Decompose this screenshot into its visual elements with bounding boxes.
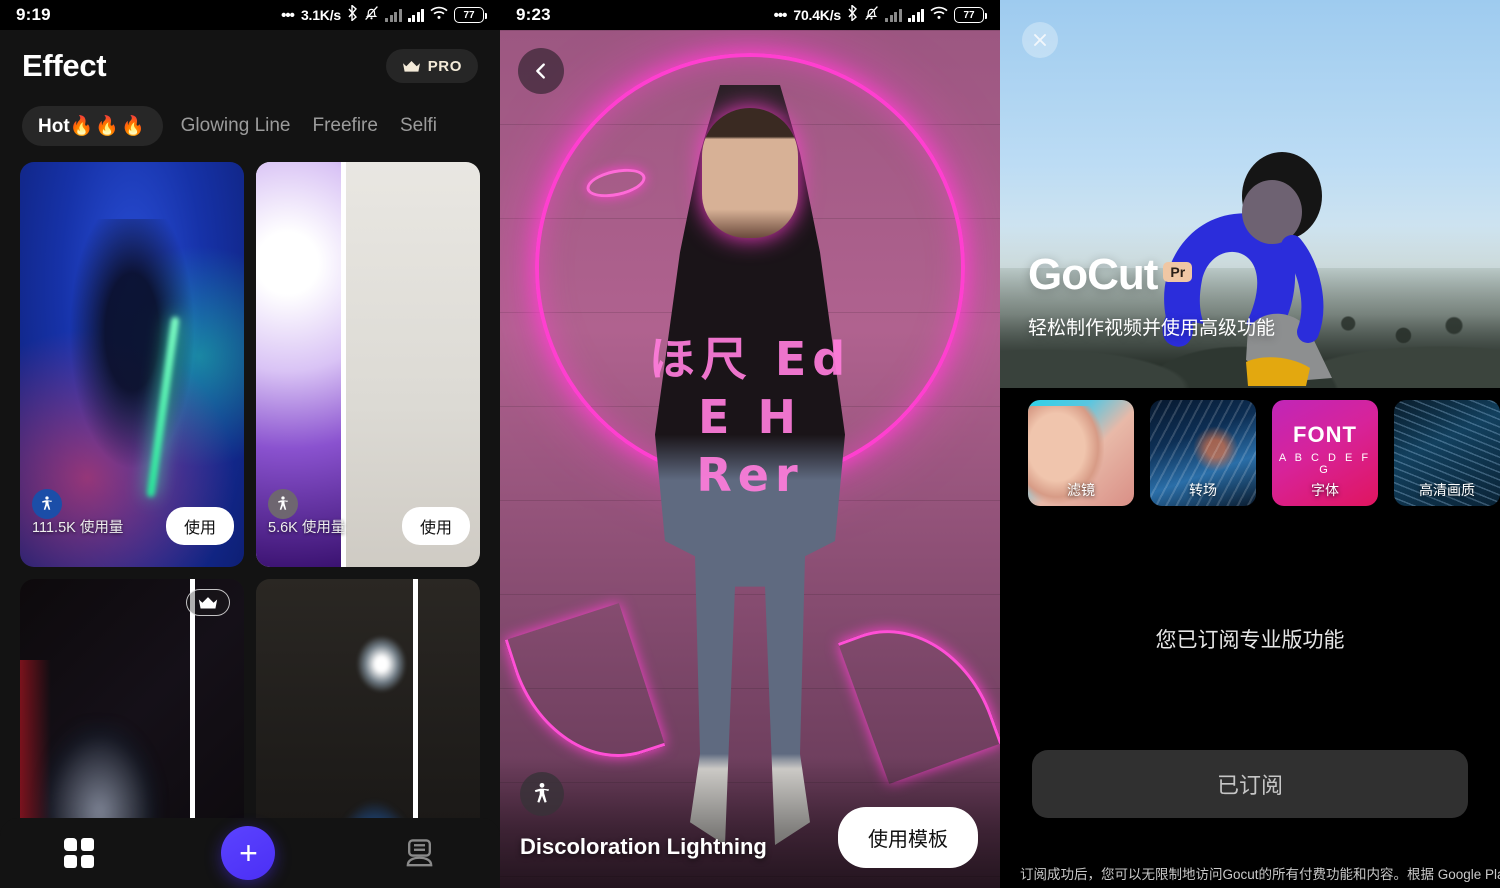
- bottom-navigation: +: [0, 818, 500, 888]
- crown-icon: [402, 60, 421, 73]
- graffiti-overlay: ほ尺 Ed E H Rer: [648, 332, 852, 502]
- effect-card-grid: 111.5K 使用量 使用 5.6K 使用量 使用: [0, 162, 500, 888]
- preview-stage: ほ尺 Ed E H Rer Discoloration Lightning 使用…: [500, 30, 1000, 888]
- promo-hero: GoCut Pr 轻松制作视频并使用高级功能: [1000, 0, 1500, 388]
- feature-thumb-filter[interactable]: 滤镜: [1028, 400, 1134, 506]
- screenshot-root: 9:19 ••• 3.1K/s 77 Effect PRO Hot🔥🔥🔥 Glo…: [0, 0, 1500, 888]
- tab-glowing-line[interactable]: Glowing Line: [177, 107, 295, 145]
- feature-thumbnail-row[interactable]: 滤镜 转场 FONT A B C D E F G 字体 高清画质 访问所: [1000, 388, 1500, 518]
- effect-header: Effect PRO: [0, 30, 500, 84]
- signal-bars-icon: [407, 8, 424, 22]
- subscription-screen: GoCut Pr 轻松制作视频并使用高级功能 滤镜 转场 FONT A B C …: [1000, 0, 1500, 888]
- close-icon[interactable]: [1022, 22, 1058, 58]
- feature-thumb-transition[interactable]: 转场: [1150, 400, 1256, 506]
- pro-crown-badge: [186, 589, 230, 616]
- bluetooth-icon: [847, 3, 858, 26]
- card-usage-count: 5.6K 使用量: [268, 519, 346, 536]
- fine-print: 订阅成功后，您可以无限制地访问Gocut的所有付费功能和内容。根据 Google…: [1020, 867, 1500, 882]
- battery-icon: 77: [454, 7, 487, 23]
- feature-label: 字体: [1311, 482, 1339, 498]
- pro-button[interactable]: PRO: [385, 49, 478, 83]
- brand-subtitle: 轻松制作视频并使用高级功能: [1028, 318, 1276, 339]
- chevron-left-icon[interactable]: [518, 48, 564, 94]
- status-dots: •••: [281, 6, 295, 24]
- feature-label: 转场: [1189, 482, 1217, 498]
- battery-icon: 77: [954, 7, 987, 23]
- subscribe-button[interactable]: 已订阅: [1032, 750, 1468, 818]
- wifi-icon: [430, 6, 448, 25]
- feature-label: 高清画质: [1419, 482, 1475, 498]
- brand-lockup: GoCut Pr: [1028, 250, 1193, 300]
- inbox-person-icon[interactable]: [403, 837, 436, 870]
- bell-muted-icon: [364, 5, 379, 26]
- category-tabs[interactable]: Hot🔥🔥🔥 Glowing Line Freefire Selfi: [0, 84, 500, 146]
- signal-no-sim-icon: [885, 8, 902, 22]
- crown-icon: [198, 596, 218, 608]
- feature-thumb-hd[interactable]: 高清画质: [1394, 400, 1500, 506]
- pro-badge: Pr: [1163, 262, 1193, 282]
- plus-icon[interactable]: +: [221, 826, 276, 880]
- card-usage-count: 111.5K 使用量: [32, 519, 124, 536]
- status-bar-preview: 9:23 ••• 70.4K/s 77: [500, 0, 1000, 30]
- bell-muted-icon: [864, 5, 879, 26]
- status-dots: •••: [773, 6, 788, 24]
- tab-freefire[interactable]: Freefire: [308, 107, 381, 145]
- status-bar-effect: 9:19 ••• 3.1K/s 77: [0, 0, 500, 30]
- bluetooth-icon: [347, 3, 358, 26]
- feature-label: 滤镜: [1067, 482, 1095, 498]
- status-time: 9:23: [516, 5, 551, 24]
- wifi-icon: [930, 6, 948, 25]
- font-art-title: FONT: [1293, 422, 1357, 447]
- accessibility-icon: [520, 772, 564, 816]
- use-button[interactable]: 使用: [401, 507, 470, 545]
- brand-name: GoCut: [1028, 250, 1158, 299]
- grid-icon[interactable]: [63, 838, 94, 868]
- signal-no-sim-icon: [385, 8, 402, 22]
- use-button[interactable]: 使用: [165, 507, 234, 545]
- status-time: 9:19: [16, 5, 51, 24]
- feature-thumb-font[interactable]: FONT A B C D E F G 字体: [1272, 400, 1378, 506]
- pro-label: PRO: [427, 57, 462, 75]
- template-title: Discoloration Lightning: [520, 834, 767, 859]
- use-template-button[interactable]: 使用模板: [838, 807, 978, 868]
- status-net-speed: 3.1K/s: [300, 7, 341, 23]
- tab-hot-label: Hot: [38, 116, 70, 137]
- tab-hot[interactable]: Hot🔥🔥🔥: [22, 106, 163, 146]
- preview-bottom-bar: Discoloration Lightning 使用模板: [500, 758, 1000, 888]
- tab-selfi[interactable]: Selfi: [396, 107, 441, 145]
- template-preview-screen: 9:23 ••• 70.4K/s 77 ほ尺 Ed E H Rer Discol…: [500, 0, 1000, 888]
- page-title: Effect: [22, 48, 107, 83]
- tab-hot-flames: 🔥🔥🔥: [69, 116, 147, 137]
- effect-card[interactable]: 5.6K 使用量 使用: [256, 162, 480, 567]
- battery-level: 77: [963, 9, 975, 21]
- status-net-speed: 70.4K/s: [793, 7, 841, 23]
- subscription-status-note: 您已订阅专业版功能: [1155, 629, 1345, 652]
- subject-head: [702, 108, 798, 238]
- effect-card[interactable]: 111.5K 使用量 使用: [20, 162, 244, 567]
- effect-screen: 9:19 ••• 3.1K/s 77 Effect PRO Hot🔥🔥🔥 Glo…: [0, 0, 500, 888]
- font-art-subtitle: A B C D E F G: [1278, 452, 1372, 476]
- signal-bars-icon: [907, 8, 924, 22]
- battery-level: 77: [463, 9, 475, 21]
